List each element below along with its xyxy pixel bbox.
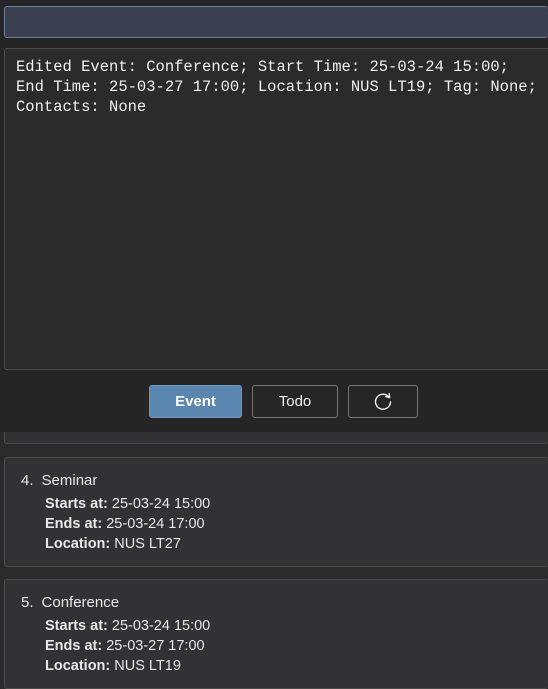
event-list[interactable]: 4. Seminar Starts at: 25-03-24 15:00 Ends…: [0, 432, 548, 689]
event-end: Ends at: 25-03-24 17:00: [45, 516, 205, 532]
start-label: Starts at:: [45, 618, 108, 634]
event-location: Location: NUS LT19: [45, 658, 181, 674]
command-input[interactable]: [4, 6, 548, 38]
list-item[interactable]: 5. Conference Starts at: 25-03-24 15:00 E…: [4, 579, 548, 689]
end-value: 25-03-27 17:00: [106, 638, 205, 654]
list-item[interactable]: 4. Seminar Starts at: 25-03-24 15:00 Ends…: [4, 457, 548, 567]
refresh-icon: [374, 392, 392, 410]
refresh-button[interactable]: [348, 385, 418, 418]
location-label: Location:: [45, 536, 111, 552]
event-button[interactable]: Event: [149, 385, 242, 418]
end-label: Ends at:: [45, 638, 103, 654]
event-title: 4. Seminar: [21, 472, 97, 489]
todo-button[interactable]: Todo: [252, 385, 338, 418]
event-index: 4.: [21, 472, 34, 489]
result-display: Edited Event: Conference; Start Time: 25…: [4, 48, 548, 370]
event-end: Ends at: 25-03-27 17:00: [45, 638, 205, 654]
location-value: NUS LT27: [114, 536, 181, 552]
event-name: Seminar: [41, 472, 98, 489]
button-bar: Event Todo: [0, 370, 548, 432]
end-label: Ends at:: [45, 516, 103, 532]
event-title: 5. Conference: [21, 594, 119, 611]
start-value: 25-03-24 15:00: [111, 618, 211, 634]
event-start: Starts at: 25-03-24 15:00: [45, 618, 210, 634]
list-item[interactable]: [4, 432, 548, 444]
location-label: Location:: [45, 658, 111, 674]
result-text: Edited Event: Conference; Start Time: 25…: [16, 58, 547, 116]
end-value: 25-03-24 17:00: [106, 516, 205, 532]
event-location: Location: NUS LT27: [45, 536, 181, 552]
location-value: NUS LT19: [114, 658, 181, 674]
event-start: Starts at: 25-03-24 15:00: [45, 496, 210, 512]
start-label: Starts at:: [45, 496, 108, 512]
event-name: Conference: [41, 594, 120, 611]
start-value: 25-03-24 15:00: [111, 496, 211, 512]
event-index: 5.: [21, 594, 34, 611]
